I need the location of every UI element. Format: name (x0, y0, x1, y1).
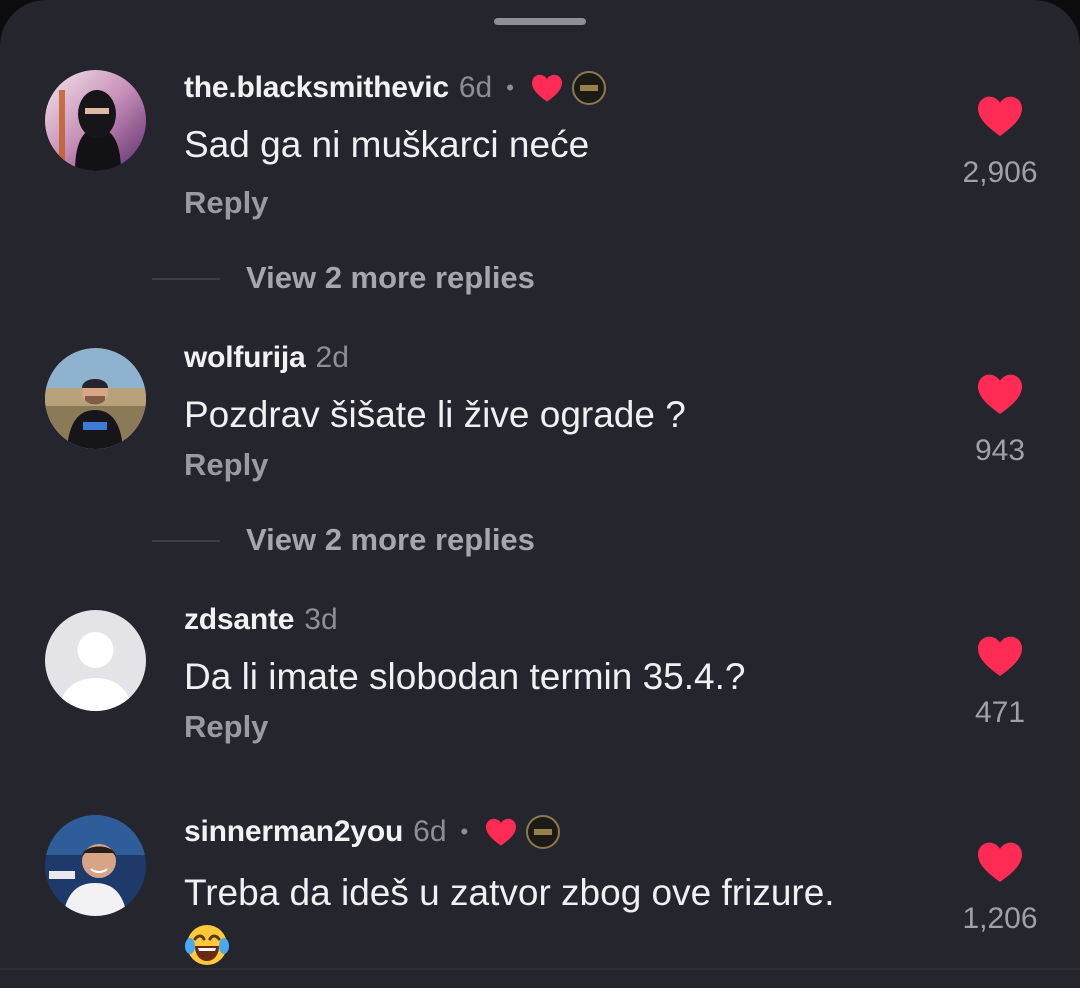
creator-avatar-icon (571, 71, 606, 105)
sheet-drag-handle[interactable] (494, 18, 586, 25)
reply-button[interactable]: Reply (184, 709, 268, 745)
creator-avatar-icon (526, 815, 561, 849)
reply-button[interactable]: Reply (184, 447, 268, 483)
like-count: 1,206 (962, 902, 1038, 935)
avatar[interactable] (45, 815, 146, 916)
view-more-replies-label[interactable]: View 2 more replies (246, 520, 535, 560)
avatar[interactable] (45, 70, 146, 171)
timestamp: 2d (315, 341, 349, 374)
timestamp: 6d (458, 71, 493, 104)
avatar[interactable] (45, 348, 146, 449)
view-more-replies-button[interactable]: View 2 more replies (0, 258, 1080, 298)
heart-icon[interactable] (976, 840, 1024, 884)
separator-dot: • (506, 75, 514, 100)
like-count: 2,906 (962, 156, 1038, 189)
like-button[interactable]: 943 (940, 372, 1060, 468)
comment-meta: zdsante 3d (184, 600, 338, 640)
timestamp: 6d (413, 815, 447, 848)
comment-meta: the.blacksmithevic 6d • (184, 68, 606, 108)
like-button[interactable]: 471 (940, 634, 1060, 730)
comment-text: Da li imate slobodan termin 35.4.? (184, 656, 746, 697)
like-button[interactable]: 2,906 (940, 94, 1060, 190)
creator-heart-icon (530, 73, 564, 103)
divider (0, 968, 1080, 970)
comments-sheet: the.blacksmithevic 6d • Sad ga ni muškar… (0, 0, 1080, 988)
heart-icon[interactable] (976, 372, 1024, 416)
view-more-replies-button[interactable]: View 2 more replies (0, 520, 1080, 560)
like-button[interactable]: 1,206 (940, 840, 1060, 936)
reply-thread-line (152, 278, 220, 280)
username[interactable]: wolfurija (184, 341, 306, 375)
username[interactable]: the.blacksmithevic (184, 71, 449, 105)
like-count: 471 (974, 696, 1026, 729)
reply-thread-line (152, 540, 220, 542)
comment-text: Pozdrav šišate li žive ograde ? (184, 394, 686, 435)
comment-text: Treba da ideš u zatvor zbog ove frizure. (184, 872, 835, 913)
comment-meta: wolfurija 2d (184, 338, 349, 378)
heart-icon[interactable] (976, 94, 1024, 138)
view-more-replies-label[interactable]: View 2 more replies (246, 258, 535, 298)
laughing-tears-emoji (184, 922, 230, 968)
comment-meta: sinnerman2you 6d • (184, 812, 561, 852)
username[interactable]: zdsante (184, 603, 294, 637)
separator-dot: • (460, 819, 469, 844)
comment-text: Sad ga ni muškarci neće (184, 124, 590, 165)
reply-button[interactable]: Reply (184, 185, 268, 221)
like-count: 943 (974, 434, 1026, 467)
default-avatar-icon[interactable] (45, 610, 146, 711)
timestamp: 3d (304, 603, 338, 636)
username[interactable]: sinnerman2you (184, 815, 403, 849)
heart-icon[interactable] (976, 634, 1024, 678)
creator-heart-icon (484, 817, 518, 847)
